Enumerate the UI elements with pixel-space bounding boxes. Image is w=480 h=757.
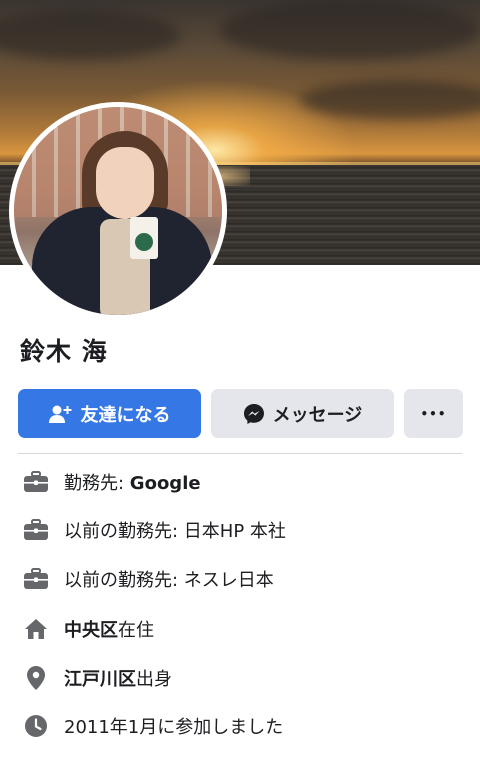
intro-detail-text: 以前の勤務先: 日本HP 本社 [64,521,286,542]
intro-detail-text: 2011年1月に参加しました [64,717,284,738]
clock-icon [22,712,50,740]
intro-detail-text: 中央区在住 [64,620,154,641]
intro-detail-row: 勤務先: Google [22,467,462,497]
intro-detail-row: 中央区在住 [22,614,462,644]
intro-detail-text: 勤務先: Google [64,473,201,494]
profile-picture[interactable] [9,102,227,320]
message-button[interactable]: メッセージ [211,389,394,438]
more-options-button[interactable]: ••• [404,389,463,438]
add-friend-icon [48,404,73,424]
avatar [14,107,222,315]
location-pin-icon [22,664,50,692]
intro-detail-row: 2011年1月に参加しました [22,711,462,741]
messenger-icon [243,403,265,425]
divider [18,453,462,454]
message-label: メッセージ [272,404,363,426]
intro-detail-text: 以前の勤務先: ネスレ日本 [64,570,274,591]
briefcase-icon [22,468,50,496]
intro-detail-row: 以前の勤務先: 日本HP 本社 [22,515,462,545]
add-friend-label: 友達になる [80,404,171,426]
profile-name: 鈴木 海 [20,337,108,366]
more-icon: ••• [420,406,447,421]
intro-detail-row: 以前の勤務先: ネスレ日本 [22,564,462,594]
intro-detail-row: 江戸川区出身 [22,663,462,693]
intro-detail-text: 江戸川区出身 [64,669,172,690]
home-icon [22,615,50,643]
briefcase-icon [22,516,50,544]
briefcase-icon [22,565,50,593]
add-friend-button[interactable]: 友達になる [18,389,201,438]
